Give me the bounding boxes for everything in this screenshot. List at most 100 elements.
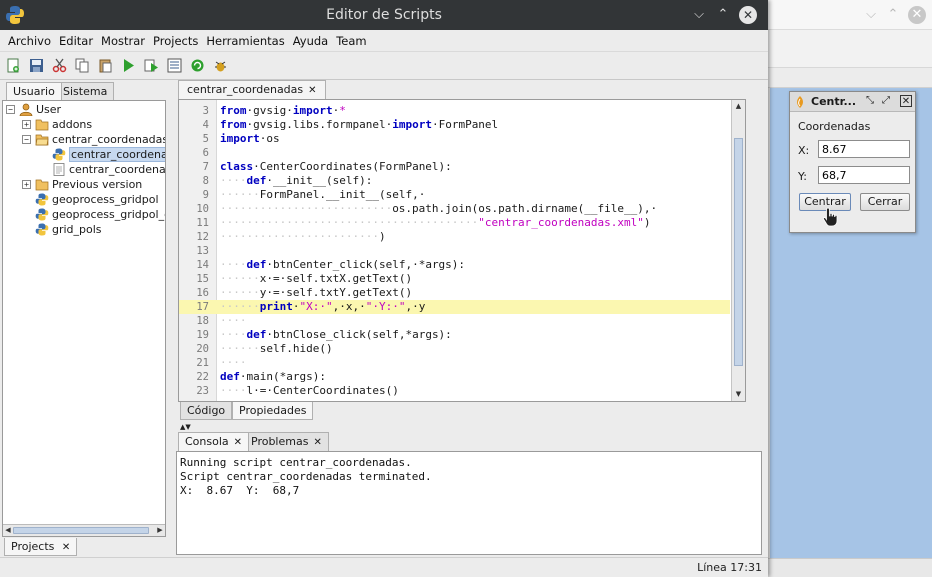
x-coordinate-field[interactable]	[818, 140, 910, 158]
properties-button[interactable]	[165, 56, 184, 75]
close-tab-icon[interactable]: ✕	[313, 437, 321, 448]
tree-node-geoprocess-gridpol-g[interactable]: geoprocess_gridpol_g	[35, 207, 165, 222]
code-line[interactable]: 3 from·gvsig·import·*	[179, 104, 730, 118]
code-text: os.path.join(os.path.dirname(__file__),·	[392, 202, 658, 215]
dialog-close-icon[interactable]: ✕	[900, 95, 912, 107]
tab-problemas[interactable]: Problemas ✕	[244, 432, 329, 451]
scroll-thumb[interactable]	[734, 138, 743, 366]
code-line-current[interactable]: 17 ······print·"X:·",·x,·"·Y:·",·y	[179, 300, 730, 314]
expand-icon[interactable]: ⤢	[880, 95, 892, 107]
expand-icon[interactable]: +	[22, 180, 31, 189]
code-line[interactable]: 11 ······································…	[179, 216, 730, 230]
python-icon	[35, 223, 49, 236]
cut-button[interactable]	[50, 56, 69, 75]
console-output[interactable]: Running script centrar_coordenadas. Scri…	[176, 451, 762, 555]
code-line[interactable]: 9 ······FormPanel.__init__(self,·	[179, 188, 730, 202]
editor-tab[interactable]: centrar_coordenadas ✕	[178, 80, 326, 99]
tree-node-centrar-script[interactable]: centrar_coordenadas	[52, 147, 165, 162]
scroll-left-icon[interactable]: ◀	[3, 525, 13, 536]
code-string: "X:·"	[299, 300, 333, 313]
tree-node-label: geoprocess_gridpol	[52, 193, 159, 206]
code-line[interactable]: 4 from·gvsig.libs.formpanel·import·FormPa…	[179, 118, 730, 132]
minimize-icon[interactable]: ⌵	[690, 6, 708, 24]
code-line[interactable]: 23 ····l·=·CenterCoordinates()	[179, 384, 730, 398]
code-line[interactable]: 7 class·CenterCoordinates(FormPanel):	[179, 160, 730, 174]
tree-node-previous-version[interactable]: + Previous version	[22, 177, 142, 192]
menu-projects[interactable]: Projects	[149, 34, 202, 48]
collapse-icon[interactable]: −	[22, 135, 31, 144]
scroll-thumb[interactable]	[13, 527, 149, 534]
menu-mostrar[interactable]: Mostrar	[97, 34, 149, 48]
run-debug-button[interactable]	[142, 56, 161, 75]
tab-usuario[interactable]: Usuario	[6, 82, 62, 100]
y-coordinate-field[interactable]	[818, 166, 910, 184]
menu-archivo[interactable]: Archivo	[4, 34, 55, 48]
menu-ayuda[interactable]: Ayuda	[289, 34, 333, 48]
tree-horizontal-scrollbar[interactable]: ◀ ▶	[3, 524, 165, 536]
code-line[interactable]: 13	[179, 244, 730, 258]
code-line[interactable]: 21 ····	[179, 356, 730, 370]
tab-projects[interactable]: Projects ✕	[4, 538, 78, 556]
menu-team[interactable]: Team	[332, 34, 370, 48]
copy-button[interactable]	[73, 56, 92, 75]
tab-propiedades[interactable]: Propiedades	[232, 402, 314, 420]
code-line[interactable]: 20 ······self.hide()	[179, 342, 730, 356]
close-tab-icon[interactable]: ✕	[308, 85, 316, 96]
paste-button[interactable]	[96, 56, 115, 75]
code-editor[interactable]: 3 from·gvsig·import·* 4 from·gvsig.libs.for…	[178, 99, 746, 402]
code-line[interactable]: 16 ······y·=·self.txtY.getText()	[179, 286, 730, 300]
close-tab-icon[interactable]: ✕	[234, 437, 242, 448]
code-text: ·__init__(self):	[266, 174, 373, 187]
close-tab-icon[interactable]: ✕	[62, 542, 70, 553]
code-text: ·gvsig.libs.formpanel·	[246, 118, 393, 131]
panel-splitter[interactable]: ▲▼	[178, 424, 764, 431]
code-line[interactable]: 22 def·main(*args):	[179, 370, 730, 384]
tree-node-geoprocess-gridpol[interactable]: geoprocess_gridpol	[35, 192, 159, 207]
bg-close-icon[interactable]: ✕	[908, 6, 926, 24]
code-line[interactable]: 10 ··························os.path.join…	[179, 202, 730, 216]
code-keyword: print	[259, 300, 293, 313]
code-line[interactable]: 8 ····def·__init__(self):	[179, 174, 730, 188]
scroll-up-icon[interactable]: ▲	[732, 100, 745, 113]
code-keyword: def	[246, 328, 267, 341]
close-icon[interactable]: ✕	[739, 6, 757, 24]
code-keyword: from	[220, 104, 247, 117]
new-script-button[interactable]	[4, 56, 23, 75]
code-line[interactable]: 19 ····def·btnClose_click(self,*args):	[179, 328, 730, 342]
window-title: Editor de Scripts	[326, 7, 442, 23]
refresh-button[interactable]	[188, 56, 207, 75]
tab-consola[interactable]: Consola ✕	[178, 432, 250, 451]
code-text: ,·x,·	[332, 300, 366, 313]
dialog-titlebar[interactable]: Centr... ⤡ ⤢ ✕	[790, 92, 915, 112]
tree-node-addons[interactable]: + addons	[22, 117, 92, 132]
code-line[interactable]: 12 ························)	[179, 230, 730, 244]
cerrar-button[interactable]: Cerrar	[860, 193, 910, 211]
code-line[interactable]: 14 ····def·btnCenter_click(self,·*args):	[179, 258, 730, 272]
run-button[interactable]	[119, 56, 138, 75]
shrink-icon[interactable]: ⤡	[864, 95, 876, 107]
bg-minimize-icon[interactable]: ⌵	[862, 6, 880, 24]
scroll-right-icon[interactable]: ▶	[155, 525, 165, 536]
tree-node-centrar-folder[interactable]: − centrar_coordenadas	[22, 132, 165, 147]
tab-codigo[interactable]: Código	[180, 402, 233, 420]
collapse-icon[interactable]: −	[6, 105, 15, 114]
tree-node-user[interactable]: − User	[6, 102, 61, 117]
menu-editar[interactable]: Editar	[55, 34, 97, 48]
expand-icon[interactable]: +	[22, 120, 31, 129]
editor-vertical-scrollbar[interactable]: ▲ ▼	[731, 100, 745, 401]
code-line[interactable]: 18 ····	[179, 314, 730, 328]
code-line[interactable]: 15 ······x·=·self.txtX.getText()	[179, 272, 730, 286]
code-line[interactable]: 6	[179, 146, 730, 160]
bg-maximize-icon[interactable]: ⌃	[884, 6, 902, 24]
scroll-down-icon[interactable]: ▼	[732, 388, 745, 401]
debug-button[interactable]	[211, 56, 230, 75]
code-text: l·=·CenterCoordinates()	[246, 384, 399, 397]
code-line[interactable]: 5 import·os	[179, 132, 730, 146]
maximize-icon[interactable]: ⌃	[714, 6, 732, 24]
save-button[interactable]	[27, 56, 46, 75]
tree-node-centrar-xml[interactable]: centrar_coordenadas	[52, 162, 165, 177]
tree-node-grid-pols[interactable]: grid_pols	[35, 222, 102, 237]
whitespace-marker: ··························	[220, 202, 393, 215]
menu-herramientas[interactable]: Herramientas	[202, 34, 288, 48]
tab-sistema[interactable]: Sistema	[56, 82, 115, 100]
